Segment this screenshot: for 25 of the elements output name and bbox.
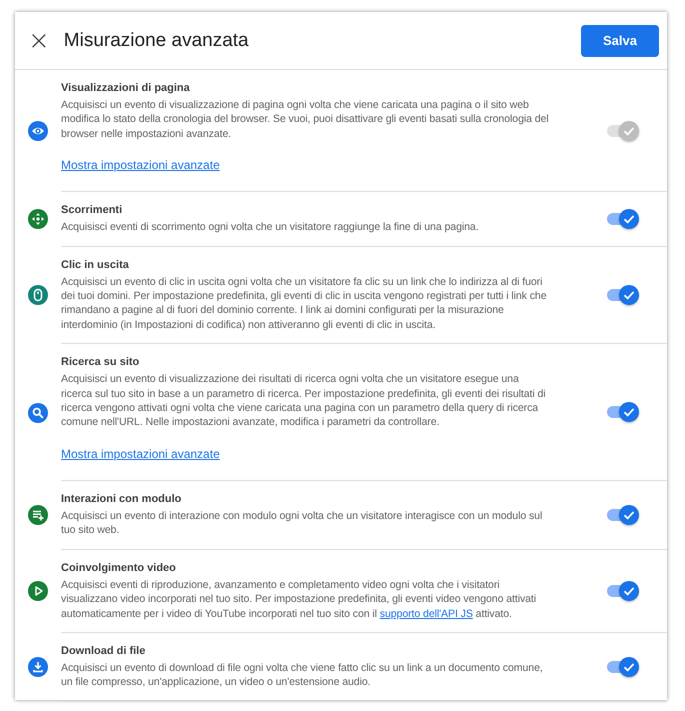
setting-description: Acquisisci un evento di clic in uscita ogni volta che un visitatore fa clic su un link che lo indirizza al di fuori dei tuoi domini. Per impostazione predefinita, gli eventi di clic in uscita vengono registrati per tutti i link che rimandano a pagine al di fuori del dominio corrente. I link ai domini configurati per la misurazione interdominio (in Impostazioni di codifica) non attiveranno gli eventi di clic in uscita. bbox=[61, 274, 548, 332]
setting-title: Visualizzazioni di pagina bbox=[61, 82, 190, 94]
toggle-switch[interactable] bbox=[607, 208, 639, 229]
setting-title: Scorrimenti bbox=[61, 204, 122, 216]
setting-title: Coinvolgimento video bbox=[61, 562, 176, 574]
toggle-switch[interactable] bbox=[607, 580, 639, 601]
setting-description: Acquisisci un evento di download di file ogni volta che viene fatto clic su un link a un documento comune, un file compresso, un'applicazione, un video o un'estensione audio. bbox=[61, 660, 544, 690]
setting-description: Acquisisci un evento di visualizzazione di pagina ogni volta che viene caricata una pagina o il sito web modifica lo stato della cronologia del browser. Se vuoi, puoi disattivare gli eventi basati sulla cronologia del browser nelle impostazioni avanzate. bbox=[61, 98, 550, 142]
setting-title: Download di file bbox=[61, 644, 146, 657]
dialog-title: Misurazione avanzata bbox=[64, 30, 250, 52]
toggle-switch[interactable] bbox=[607, 402, 639, 422]
setting-description: Acquisisci eventi di scorrimento ogni volta che un visitatore raggiunge la fine di una pagina. bbox=[61, 220, 480, 235]
setting-title: Clic in uscita bbox=[61, 258, 129, 271]
advanced-settings-link[interactable]: Mostra impostazioni avanzate bbox=[61, 446, 220, 461]
setting-title: Ricerca su sito bbox=[61, 356, 140, 368]
close-button[interactable]: × bbox=[24, 28, 54, 54]
setting-description: Acquisisci un evento di interazione con modulo ogni volta che un visitatore interagisce con un modulo sul tuo sito web. bbox=[61, 508, 544, 538]
setting-description: Acquisisci un evento di visualizzazione dei risultati di ricerca ogni volta che un visitatore esegue una ricerca sul tuo sito in base a un parametro di ricerca. Per impostazione predefinita, gli eventi dei risultati di ricerca vengono attivati ogni volta che viene caricata una pagina con un parametro della query di ricerca comune nell'URL. Nelle impostazioni avanzate, modifica i parametri da controllare. bbox=[61, 372, 546, 430]
setting-title: Interazioni con modulo bbox=[61, 492, 182, 505]
toggle-switch[interactable] bbox=[607, 284, 639, 305]
toggle-switch[interactable] bbox=[607, 504, 639, 525]
api-link[interactable]: supporto dell'API JS bbox=[380, 608, 473, 620]
save-button[interactable]: Salva bbox=[581, 24, 659, 56]
setting-description: Acquisisci eventi di riproduzione, avanzamento e completamento video ogni volta che i visitatori visualizzano video incorporati nel tuo sito. Per impostazione predefinita, gli eventi video vengono attivati automaticamente per i video di YouTube incorporati nel tuo sito con il supporto dell'API JS attivato. bbox=[61, 578, 538, 621]
toggle-switch[interactable] bbox=[607, 656, 639, 677]
